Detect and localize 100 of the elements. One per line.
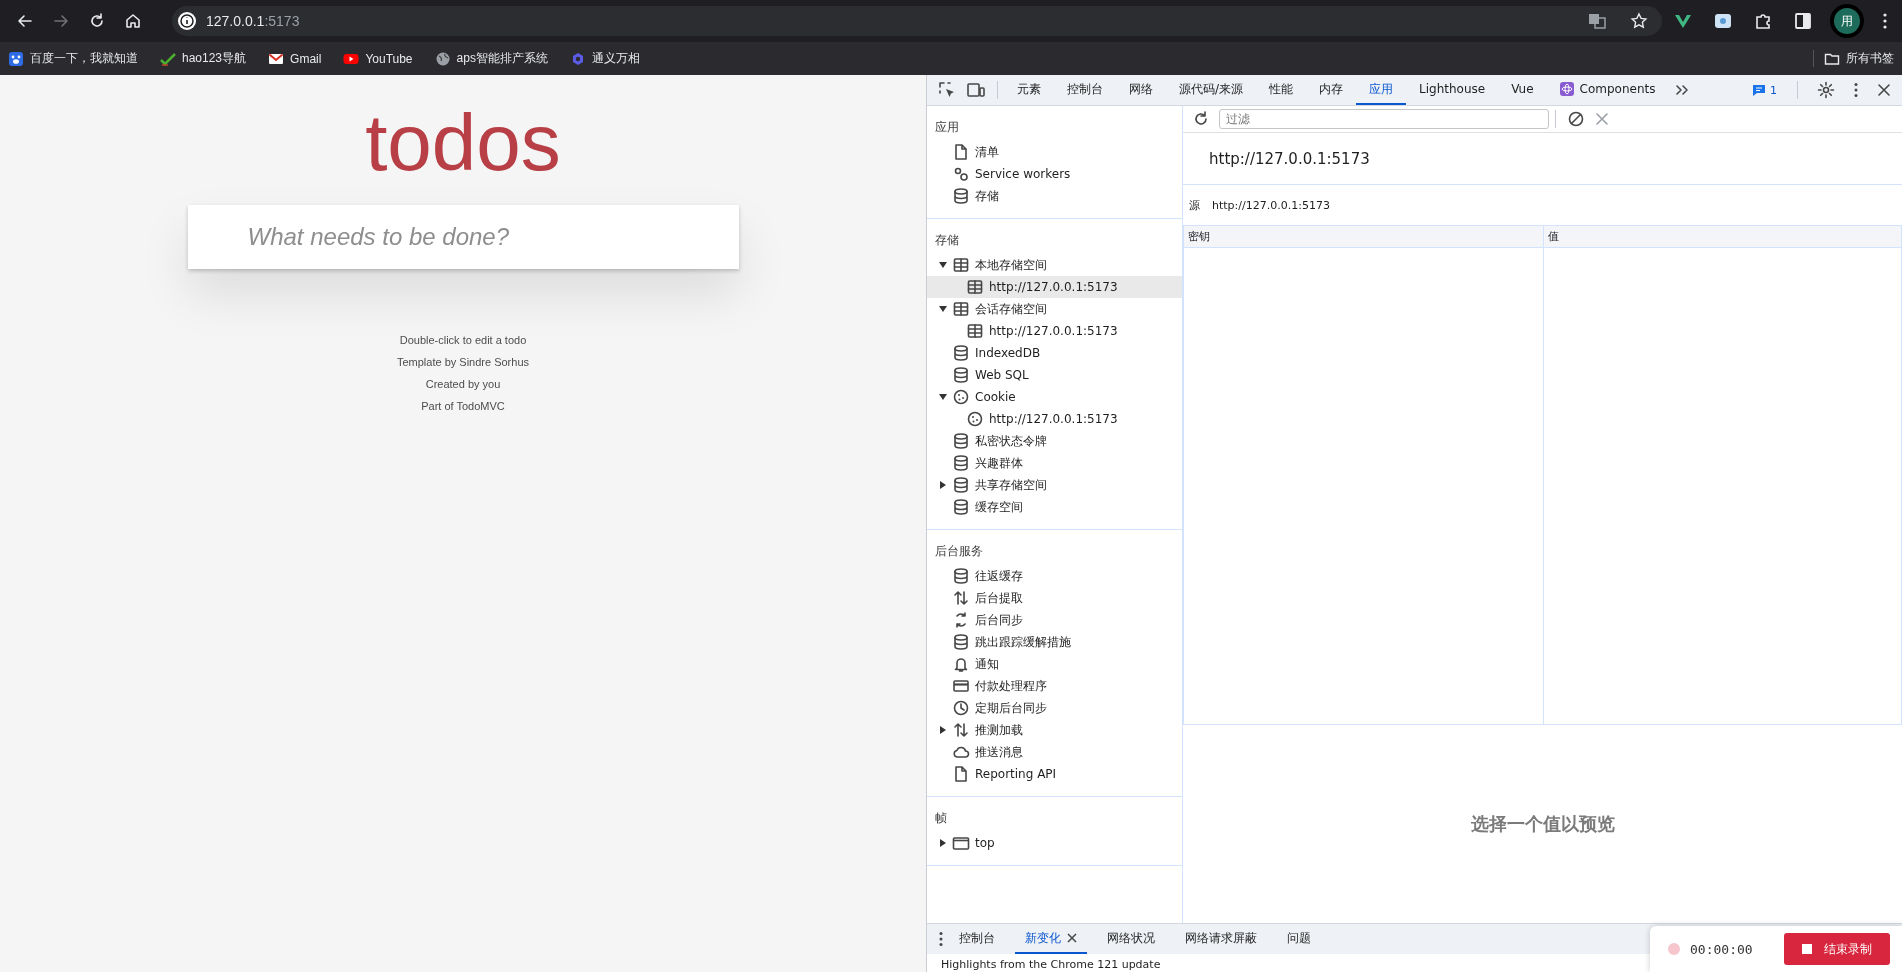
collapsed-arrow-icon[interactable] [939,839,947,847]
up-down-arrows-icon [952,589,970,607]
info-icon[interactable] [178,12,196,30]
url-text[interactable]: 127.0.0.1:5173 [206,13,1564,29]
sidebar-item[interactable]: 推测加载 [927,719,1182,741]
bookmark-link[interactable]: 百度一下，我就知道 [8,50,138,67]
sidebar-item[interactable]: 后台同步 [927,609,1182,631]
sidebar-item[interactable]: 通知 [927,653,1182,675]
sidebar-item[interactable]: 清单 [927,141,1182,163]
extension-icon[interactable] [1714,12,1732,30]
devtools-tab[interactable]: 网络 [1116,75,1166,105]
sidebar-item[interactable]: http://127.0.0.1:5173 [927,276,1182,298]
sidebar-item[interactable]: top [927,832,1182,854]
database-icon [952,476,970,494]
collapsed-arrow-icon[interactable] [939,726,947,734]
sidebar-item[interactable]: Cookie [927,386,1182,408]
star-icon[interactable] [1630,12,1648,30]
home-icon[interactable] [124,12,142,30]
globe-icon [434,50,451,67]
database-icon [952,187,970,205]
stop-icon [1802,944,1812,954]
side-panel-icon[interactable] [1794,12,1812,30]
file-icon [952,143,970,161]
devtools-tab[interactable]: 元素 [1004,75,1054,105]
sidebar-item[interactable]: 私密状态令牌 [927,430,1182,452]
profile-avatar[interactable]: 用 [1834,8,1860,34]
bell-icon [952,655,970,673]
drawer-tab[interactable]: 控制台 [949,924,1005,954]
close-icon[interactable] [1877,83,1891,97]
column-header[interactable]: 值 [1544,226,1902,247]
sidebar-item[interactable]: 会话存储空间 [927,298,1182,320]
back-icon[interactable] [16,12,34,30]
expanded-arrow-icon[interactable] [939,305,947,313]
settings-icon[interactable] [1817,81,1835,99]
expanded-arrow-icon[interactable] [939,393,947,401]
device-toolbar-icon[interactable] [966,81,986,99]
translate-icon[interactable] [1588,12,1606,30]
column-header[interactable]: 密钥 [1184,226,1544,247]
more-icon[interactable] [1853,82,1859,98]
more-icon[interactable] [1882,12,1888,30]
reload-icon[interactable] [88,12,106,30]
sidebar-item[interactable]: 兴趣群体 [927,452,1182,474]
refresh-icon[interactable] [1192,110,1210,128]
sidebar-item[interactable]: 定期后台同步 [927,697,1182,719]
origin-heading: http://127.0.0.1:5173 [1209,149,1370,168]
devtools-tab[interactable]: 应用 [1356,75,1407,105]
sidebar-item[interactable]: 缓存空间 [927,496,1182,518]
sidebar-item[interactable]: Reporting API [927,763,1182,785]
file-icon [952,765,970,783]
frame-icon [952,834,970,852]
more-icon[interactable] [938,931,944,947]
bookmark-link[interactable]: YouTube [343,50,413,67]
stop-recording-button[interactable]: 结束录制 [1784,933,1890,965]
bookmark-link[interactable]: Gmail [268,50,322,67]
footer-text: Created by you [425,377,501,392]
all-bookmarks-link[interactable]: 所有书签 [1813,50,1894,67]
devtools-tab[interactable]: 控制台 [1054,75,1116,105]
puzzle-icon[interactable] [1754,12,1772,30]
v-logo-icon[interactable] [1674,12,1692,30]
expanded-arrow-icon[interactable] [939,261,947,269]
collapsed-arrow-icon[interactable] [939,481,947,489]
sidebar-item[interactable]: 往返缓存 [927,565,1182,587]
sidebar-item[interactable]: 跳出跟踪缓解措施 [927,631,1182,653]
devtools-tab[interactable]: 内存 [1306,75,1357,105]
sidebar-item[interactable]: 后台提取 [927,587,1182,609]
devtools-tab[interactable]: Lighthouse [1406,75,1499,105]
close-icon[interactable] [1067,933,1077,943]
drawer-tab[interactable]: 网络请求屏蔽 [1175,924,1267,954]
inspect-icon[interactable] [938,81,956,99]
record-dot-icon [1668,943,1680,955]
sidebar-item[interactable]: Web SQL [927,364,1182,386]
sidebar-item[interactable]: 推送消息 [927,741,1182,763]
issues-button[interactable]: 1 [1746,82,1783,98]
atom-icon [1559,82,1574,96]
more-tabs-icon[interactable] [1673,82,1690,98]
sidebar-item[interactable]: http://127.0.0.1:5173 [927,320,1182,342]
devtools-tab[interactable]: 性能 [1256,75,1307,105]
filter-field[interactable]: 过滤 [1219,109,1549,129]
bookmark-link[interactable]: aps智能排产系统 [434,50,548,67]
sidebar-item[interactable]: 本地存储空间 [927,254,1182,276]
drawer-tab[interactable]: 新变化 [1015,924,1087,954]
sidebar-item[interactable]: IndexedDB [927,342,1182,364]
address-bar[interactable]: 127.0.0.1:5173 [172,6,1662,36]
bookmark-link[interactable]: 通义万相 [569,50,640,67]
delete-selected-icon[interactable] [1595,112,1609,126]
drawer-tab[interactable]: 问题 [1277,924,1321,954]
devtools-tab[interactable]: Components [1546,75,1669,105]
new-todo-field[interactable]: What needs to be done? [187,205,739,269]
bookmark-link[interactable]: hao123导航 [160,50,247,67]
sidebar-item[interactable]: Service workers [927,163,1182,185]
devtools-tab[interactable]: Vue [1498,75,1547,105]
devtools-tab[interactable]: 源代码/来源 [1166,75,1257,105]
sidebar-item[interactable]: 共享存储空间 [927,474,1182,496]
clear-all-icon[interactable] [1567,110,1585,128]
drawer-tab[interactable]: 网络状况 [1097,924,1165,954]
sidebar-item[interactable]: http://127.0.0.1:5173 [927,408,1182,430]
sidebar-item[interactable]: 存储 [927,185,1182,207]
sidebar-item[interactable]: 付款处理程序 [927,675,1182,697]
clock-icon [952,699,970,717]
table-icon [966,278,984,296]
